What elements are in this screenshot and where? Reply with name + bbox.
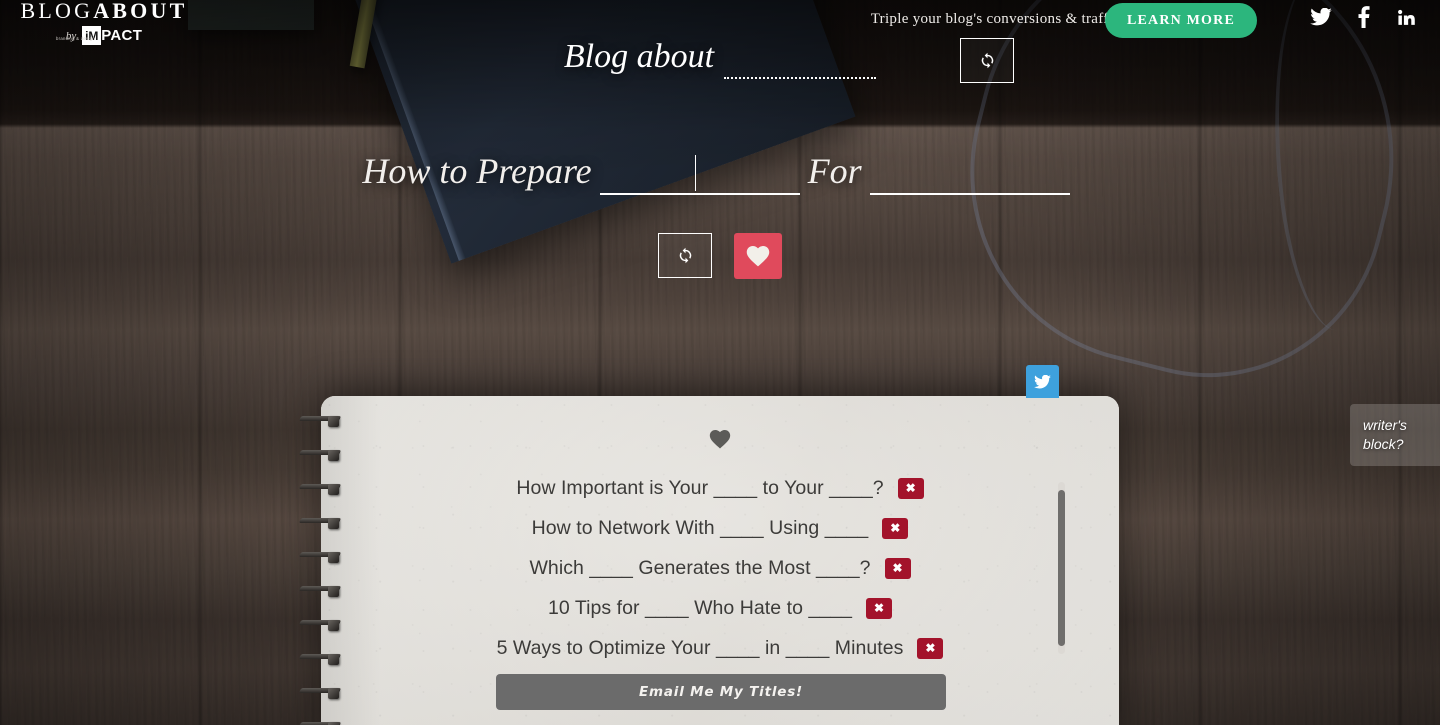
refresh-headline-button[interactable]: [658, 233, 712, 278]
delete-title-button[interactable]: ✖: [866, 597, 893, 619]
spiral-ring: [298, 620, 342, 631]
notepad-scrollbar[interactable]: [1058, 482, 1065, 654]
scrollbar-thumb[interactable]: [1058, 490, 1065, 646]
twitter-icon: [1034, 374, 1051, 389]
hero-action-buttons: [0, 233, 1440, 279]
headline-middle: For: [807, 151, 862, 191]
notepad-content: How Important is Your ____ to Your ____?…: [321, 396, 1119, 725]
heart-icon: [746, 245, 770, 266]
title-text: 10 Tips for ____ Who Hate to ____: [547, 596, 853, 619]
spiral-binding: [0, 404, 342, 725]
heart-icon: [709, 430, 731, 449]
text-cursor: [695, 155, 696, 191]
writers-block-panel[interactable]: writer's block?: [1350, 404, 1440, 466]
spiral-ring: [298, 552, 342, 563]
title-text: 5 Ways to Optimize Your ____ in ____ Min…: [496, 636, 904, 659]
impact-logo-text: PACT: [101, 27, 143, 44]
headline-blank-2[interactable]: [869, 154, 1070, 195]
blog-about-line: Blog about: [0, 38, 1440, 79]
refresh-topic-button[interactable]: [960, 38, 1014, 83]
title-row: 10 Tips for ____ Who Hate to ____ ✖: [321, 588, 1119, 628]
favorite-headline-button[interactable]: [734, 233, 782, 279]
impact-tagline: branding & design: [56, 36, 95, 41]
logo-byline: by iM PACT: [14, 26, 194, 45]
twitter-icon[interactable]: [1310, 8, 1332, 26]
blog-about-label: Blog about: [563, 38, 715, 75]
title-text: How Important is Your ____ to Your ____?: [516, 476, 884, 499]
promo-text: Triple your blog's conversions & traffic: [870, 11, 1120, 27]
delete-title-button[interactable]: ✖: [882, 517, 909, 539]
delete-title-button[interactable]: ✖: [884, 557, 911, 579]
refresh-icon: [981, 52, 993, 69]
twitter-share-tab[interactable]: [1026, 365, 1059, 398]
delete-title-button[interactable]: ✖: [917, 637, 944, 659]
linkedin-icon[interactable]: [1396, 7, 1416, 27]
spiral-ring: [298, 654, 342, 665]
title-row: How to Network With ____ Using ____ ✖: [321, 508, 1119, 548]
headline-prefix: How to Prepare: [362, 151, 592, 191]
spiral-ring: [298, 484, 342, 495]
title-text: How to Network With ____ Using ____: [531, 516, 869, 539]
title-row: How Important is Your ____ to Your ____?…: [321, 468, 1119, 508]
top-bar: BLOGABOUT by iM PACT branding & design Tr…: [0, 0, 1440, 45]
notepad-favorite[interactable]: [321, 430, 1119, 454]
delete-title-button[interactable]: ✖: [897, 477, 924, 499]
topic-input[interactable]: [724, 41, 877, 79]
title-row: Which ____ Generates the Most ____? ✖: [321, 548, 1119, 588]
spiral-ring: [298, 450, 342, 461]
logo-word-blog: BLOG: [20, 0, 94, 23]
logo-word-about: ABOUT: [93, 0, 188, 23]
headline-blank-1[interactable]: [599, 154, 800, 195]
refresh-icon: [679, 247, 691, 264]
spiral-ring: [298, 518, 342, 529]
social-links: [1310, 6, 1416, 28]
title-row: 5 Ways to Optimize Your ____ in ____ Min…: [321, 628, 1119, 668]
titles-notepad: How Important is Your ____ to Your ____?…: [321, 396, 1119, 725]
logo-wordmark: BLOGABOUT: [14, 0, 194, 22]
writers-block-line-1: writer's: [1363, 417, 1407, 433]
site-logo[interactable]: BLOGABOUT by iM PACT branding & design: [14, 0, 194, 45]
title-text: Which ____ Generates the Most ____?: [529, 556, 871, 579]
spiral-ring: [298, 586, 342, 597]
writers-block-line-2: block?: [1363, 436, 1404, 452]
learn-more-button[interactable]: LEARN MORE: [1104, 3, 1257, 38]
facebook-icon[interactable]: [1358, 6, 1370, 28]
email-titles-button[interactable]: Email Me My Titles!: [496, 674, 946, 710]
spiral-ring: [298, 688, 342, 699]
app-root: BLOGABOUT by iM PACT branding & design Tr…: [0, 0, 1440, 725]
spiral-ring: [298, 416, 342, 427]
titles-list: How Important is Your ____ to Your ____?…: [321, 468, 1119, 668]
headline-line: How to Prepare For: [0, 150, 1440, 195]
